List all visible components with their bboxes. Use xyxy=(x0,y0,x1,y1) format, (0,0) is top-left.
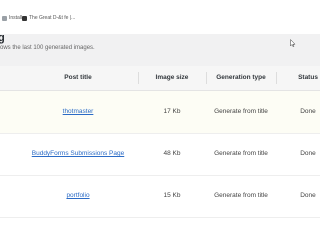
bookmarks-bar: Install The Great D-&t fe |... xyxy=(0,0,320,35)
post-title-cell: thotmaster xyxy=(18,91,138,133)
browser-page: Install The Great D-&t fe |... g ows the… xyxy=(0,0,320,240)
mouse-cursor-icon xyxy=(290,39,296,47)
table-row: BuddyForms Submissions Page 48 Kb Genera… xyxy=(0,133,320,176)
post-title-link[interactable]: portfolio xyxy=(66,192,89,199)
column-header-post-title[interactable]: Post title xyxy=(18,66,138,90)
page-description: ows the last 100 generated images. xyxy=(0,45,95,51)
table-row: portfolio 15 Kb Generate from title Done xyxy=(0,175,320,218)
column-header-image-size[interactable]: Image size xyxy=(138,66,206,90)
bookmark-great[interactable]: The Great D-&t fe |... xyxy=(22,14,75,22)
post-title-link[interactable]: thotmaster xyxy=(63,108,94,115)
status-cell: Done xyxy=(300,192,316,199)
generated-images-table: Post title Image size Generation type St… xyxy=(0,66,320,240)
table-row: thotmaster 17 Kb Generate from title Don… xyxy=(0,91,320,134)
bookmark-install[interactable]: Install xyxy=(2,14,22,22)
generation-type-cell: Generate from title xyxy=(214,150,268,157)
column-header-status[interactable]: Status xyxy=(276,66,320,90)
post-title-cell: portfolio xyxy=(18,175,138,217)
page-icon xyxy=(2,15,7,21)
page-icon xyxy=(22,15,27,21)
post-title-link[interactable]: BuddyForms Submissions Page xyxy=(32,150,125,157)
post-title-cell: BuddyForms Submissions Page xyxy=(18,133,138,175)
image-size-cell: 17 Kb xyxy=(163,108,181,115)
bookmark-label: The Great D-&t fe |... xyxy=(29,15,76,21)
image-size-cell: 48 Kb xyxy=(163,150,181,157)
generation-type-cell: Generate from title xyxy=(214,108,268,115)
status-cell: Done xyxy=(300,108,316,115)
image-size-cell: 15 Kb xyxy=(163,192,181,199)
generation-type-cell: Generate from title xyxy=(214,192,268,199)
page-title: g xyxy=(0,32,5,44)
column-header-generation-type[interactable]: Generation type xyxy=(206,66,276,90)
table-header: Post title Image size Generation type St… xyxy=(0,66,320,91)
status-cell: Done xyxy=(300,150,316,157)
bookmark-label: Install xyxy=(9,15,23,21)
